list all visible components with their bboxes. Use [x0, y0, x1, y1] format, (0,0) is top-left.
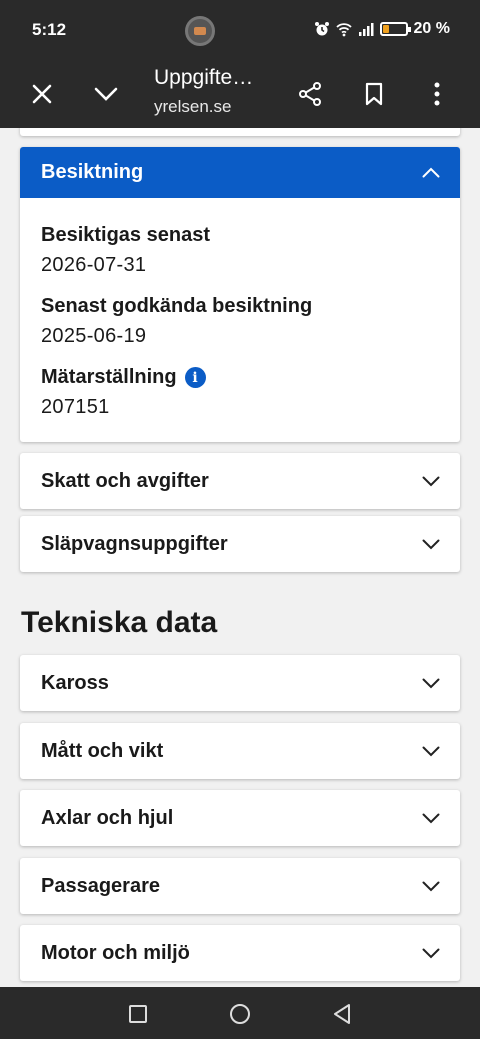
field-label-text: Mätarställning	[41, 366, 177, 388]
status-bar: 5:12 20 %	[0, 0, 480, 60]
besiktning-header[interactable]: Besiktning	[20, 147, 460, 198]
accordion-header[interactable]: Axlar och hjul	[20, 790, 460, 846]
share-icon	[299, 82, 321, 106]
chevron-down-icon	[422, 948, 440, 958]
back-button[interactable]	[329, 1001, 355, 1027]
previous-section-card	[20, 128, 460, 136]
chevron-down-icon	[422, 813, 440, 823]
chevron-down-icon	[422, 746, 440, 756]
menu-button[interactable]	[417, 74, 457, 114]
accordion-header[interactable]: Kaross	[20, 655, 460, 711]
field-label-matarstallning: Mätarställning i	[41, 366, 439, 389]
page-url[interactable]: yrelsen.se	[154, 97, 231, 117]
accordion-title: Skatt och avgifter	[41, 469, 209, 492]
square-icon	[129, 1005, 147, 1023]
accordion-motor-miljo[interactable]: Motor och miljö	[20, 925, 460, 981]
accordion-title: Kaross	[41, 671, 109, 694]
accordion-header[interactable]: Skatt och avgifter	[20, 453, 460, 509]
besiktning-section: Besiktning Besiktigas senast 2026-07-31 …	[20, 147, 460, 442]
page-title[interactable]: Uppgifte…	[154, 66, 253, 90]
section-heading: Tekniska data	[21, 606, 218, 639]
field-value: 2026-07-31	[41, 254, 147, 276]
field-label: Besiktigas senast	[41, 224, 210, 246]
chevron-up-icon	[422, 167, 440, 178]
field-label: Senast godkända besiktning	[41, 295, 313, 317]
accordion-title: Passagerare	[41, 874, 160, 897]
accordion-title: Mått och vikt	[41, 739, 164, 762]
browser-toolbar: Uppgifte… yrelsen.se	[0, 60, 480, 128]
accordion-title: Motor och miljö	[41, 941, 190, 964]
battery-percent: 20 %	[413, 20, 450, 37]
battery-icon	[379, 22, 411, 36]
accordion-title: Axlar och hjul	[41, 806, 174, 829]
chevron-down-icon	[422, 476, 440, 486]
system-nav-bar	[0, 987, 480, 1039]
status-time: 5:12	[32, 20, 67, 39]
field-value: 2025-06-19	[41, 325, 147, 347]
accordion-header[interactable]: Mått och vikt	[20, 723, 460, 779]
accordion-matt-vikt[interactable]: Mått och vikt	[20, 723, 460, 779]
field-value: 207151	[41, 396, 110, 418]
accordion-passagerare[interactable]: Passagerare	[20, 858, 460, 914]
circle-icon	[230, 1004, 250, 1024]
more-vert-icon	[434, 82, 440, 106]
chevron-down-icon	[422, 678, 440, 688]
chevron-down-icon	[422, 539, 440, 549]
bookmark-button[interactable]	[354, 74, 394, 114]
close-icon	[32, 84, 52, 104]
besiktning-body: Besiktigas senast 2026-07-31 Senast godk…	[20, 198, 460, 442]
home-button[interactable]	[227, 1001, 253, 1027]
accordion-axlar-hjul[interactable]: Axlar och hjul	[20, 790, 460, 846]
share-button[interactable]	[290, 74, 330, 114]
expand-button[interactable]	[86, 74, 126, 114]
accordion-title: Släpvagnsuppgifter	[41, 532, 228, 555]
accordion-header[interactable]: Passagerare	[20, 858, 460, 914]
bookmark-icon	[365, 82, 383, 106]
accordion-slapvagn[interactable]: Släpvagnsuppgifter	[20, 516, 460, 572]
status-icons: 20 %	[314, 20, 450, 38]
app-notification-icon	[185, 16, 215, 46]
accordion-skatt[interactable]: Skatt och avgifter	[20, 453, 460, 509]
recents-button[interactable]	[125, 1001, 151, 1027]
accordion-header[interactable]: Släpvagnsuppgifter	[20, 516, 460, 572]
info-icon[interactable]: i	[184, 367, 206, 388]
wifi-icon	[335, 23, 352, 37]
page-content: Besiktning Besiktigas senast 2026-07-31 …	[0, 128, 480, 987]
alarm-icon	[314, 22, 329, 36]
chevron-down-icon	[94, 87, 118, 101]
close-button[interactable]	[22, 74, 62, 114]
triangle-back-icon	[334, 1004, 350, 1024]
accordion-kaross[interactable]: Kaross	[20, 655, 460, 711]
signal-icon	[358, 23, 374, 36]
besiktning-title: Besiktning	[41, 161, 144, 183]
chevron-down-icon	[422, 881, 440, 891]
accordion-header[interactable]: Motor och miljö	[20, 925, 460, 981]
